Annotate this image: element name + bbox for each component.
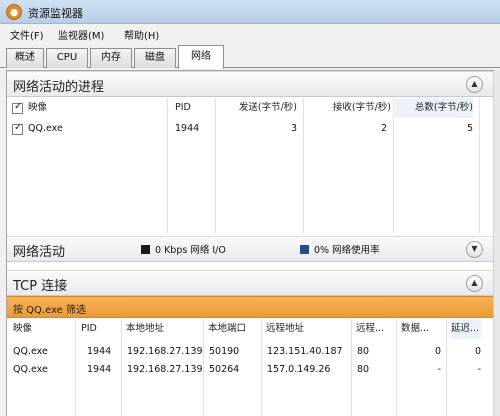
column-divider — [303, 98, 304, 234]
column-divider — [75, 319, 76, 416]
tcp-table: 映像 PID 本地地址 本地端口 远程地址 远程... 数据... 延迟... … — [7, 319, 493, 416]
resource-monitor-window: 资源监视器 文件(F) 监视器(M) 帮助(H) 概述 CPU 内存 磁盘 网络… — [0, 0, 500, 416]
window-title: 资源监视器 — [28, 7, 83, 20]
row-local-address: 192.168.27.139 — [127, 364, 203, 375]
processes-section-header[interactable]: 网络活动的进程 ▲ — [7, 71, 493, 97]
col-image[interactable]: 映像 — [28, 98, 47, 118]
row-local-port: 50190 — [209, 346, 240, 357]
col-remote-address[interactable]: 远程地址 — [266, 319, 304, 339]
menu-monitor[interactable]: 监视器(M) — [58, 27, 104, 42]
column-divider — [215, 98, 216, 234]
column-divider — [351, 319, 352, 416]
column-divider — [446, 319, 447, 416]
resource-monitor-icon — [6, 4, 22, 20]
row-latency: - — [477, 364, 481, 375]
row-pid: 1944 — [175, 123, 200, 134]
row-packet-loss: 0 — [434, 346, 441, 357]
chevron-up-icon[interactable]: ▲ — [466, 275, 483, 292]
row-image: QQ.exe — [13, 364, 48, 375]
scrollbar[interactable] — [493, 71, 500, 416]
processes-table: 映像 PID 发送(字节/秒) 接收(字节/秒) 总数(字节/秒) QQ.exe… — [7, 98, 493, 234]
col-total[interactable]: 总数(字节/秒) — [395, 98, 473, 118]
menu-help[interactable]: 帮助(H) — [124, 27, 159, 42]
tab-cpu[interactable]: CPU — [46, 48, 88, 68]
tab-disk[interactable]: 磁盘 — [134, 48, 176, 68]
row-recv: 2 — [380, 123, 387, 134]
processes-section-title: 网络活动的进程 — [13, 80, 105, 95]
tcp-section-header[interactable]: TCP 连接 ▲ — [7, 270, 493, 296]
col-send[interactable]: 发送(字节/秒) — [217, 98, 297, 118]
col-local-port[interactable]: 本地端口 — [208, 319, 246, 339]
network-io-label: 0 Kbps 网络 I/O — [155, 245, 226, 256]
title-bar[interactable]: 资源监视器 — [0, 0, 500, 24]
chevron-up-icon[interactable]: ▲ — [466, 76, 483, 93]
col-local-address[interactable]: 本地地址 — [126, 319, 164, 339]
row-packet-loss: - — [437, 364, 441, 375]
column-divider — [167, 98, 168, 234]
row-remote-address: 157.0.149.26 — [267, 364, 331, 375]
row-local-address: 192.168.27.139 — [127, 346, 203, 357]
col-remote-port[interactable]: 远程... — [356, 319, 384, 339]
chevron-down-icon[interactable]: ▼ — [466, 241, 483, 258]
row-remote-port: 80 — [357, 364, 370, 375]
io-legend-swatch — [141, 245, 150, 254]
row-pid: 1944 — [87, 346, 112, 357]
row-total: 5 — [466, 123, 473, 134]
row-pid: 1944 — [87, 364, 112, 375]
col-latency[interactable]: 延迟... — [451, 319, 481, 339]
row-send: 3 — [290, 123, 297, 134]
tcp-section-title: TCP 连接 — [13, 279, 68, 294]
row-local-port: 50264 — [209, 364, 240, 375]
row-image: QQ.exe — [28, 123, 63, 134]
row-remote-address: 123.151.40.187 — [267, 346, 343, 357]
network-usage-label: 0% 网络使用率 — [314, 245, 380, 256]
column-divider — [203, 319, 204, 416]
usage-legend-swatch — [300, 245, 309, 254]
filter-bar[interactable]: 按 QQ.exe 筛选 — [7, 296, 493, 318]
col-recv[interactable]: 接收(字节/秒) — [303, 98, 391, 118]
col-packet-loss[interactable]: 数据... — [401, 319, 429, 339]
row-image: QQ.exe — [13, 346, 48, 357]
row-latency: 0 — [474, 346, 481, 357]
network-panel: 网络活动的进程 ▲ 映像 PID 发送(字节/秒) 接收(字节/秒) 总数(字节… — [6, 70, 500, 416]
col-pid[interactable]: PID — [81, 319, 97, 339]
tab-network[interactable]: 网络 — [178, 45, 224, 69]
filter-text: 按 QQ.exe 筛选 — [13, 305, 87, 316]
checkbox-checked-icon[interactable] — [12, 122, 23, 135]
menu-bar: 文件(F) 监视器(M) 帮助(H) — [0, 24, 500, 44]
column-divider — [479, 98, 480, 234]
column-divider — [261, 319, 262, 416]
row-remote-port: 80 — [357, 346, 370, 357]
network-activity-title: 网络活动 — [13, 245, 66, 260]
col-pid[interactable]: PID — [175, 98, 191, 118]
tab-overview[interactable]: 概述 — [6, 48, 44, 68]
tab-strip: 概述 CPU 内存 磁盘 网络 — [0, 44, 500, 69]
column-divider — [121, 319, 122, 416]
menu-file[interactable]: 文件(F) — [10, 27, 44, 42]
column-divider — [393, 98, 394, 234]
tab-memory[interactable]: 内存 — [90, 48, 132, 68]
col-image[interactable]: 映像 — [13, 319, 32, 339]
network-activity-header[interactable]: 网络活动 0 Kbps 网络 I/O 0% 网络使用率 ▼ — [7, 236, 493, 262]
column-divider — [396, 319, 397, 416]
select-all-checkbox[interactable] — [12, 101, 23, 114]
